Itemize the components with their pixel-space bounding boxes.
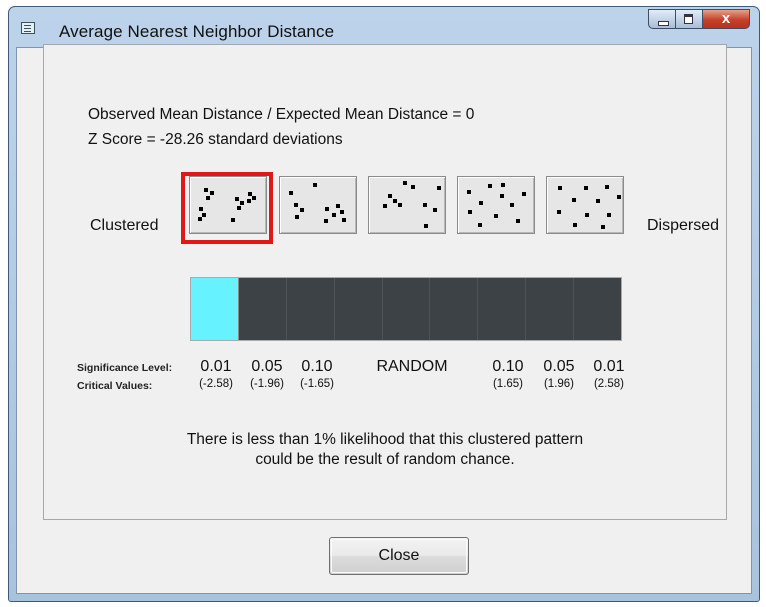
dispersed-dots-icon <box>557 185 621 229</box>
pattern-thumbnail-random <box>368 176 446 234</box>
z-score-text: Z Score = -28.26 standard deviations <box>88 131 343 148</box>
close-icon: x <box>721 10 731 27</box>
critical-value: (-2.58) <box>199 378 233 390</box>
scale-segment <box>574 278 622 340</box>
scale-segment <box>286 278 335 340</box>
window-title: Average Nearest Neighbor Distance <box>59 22 335 41</box>
significance-value: 0.05 <box>543 358 575 375</box>
pattern-thumbnail-slightly-dispersed <box>457 176 535 234</box>
title-bar[interactable]: Average Nearest Neighbor Distance x <box>9 7 759 47</box>
app-window-icon <box>21 22 35 34</box>
significance-value: 0.05 <box>251 358 283 375</box>
result-message-line: could be the result of random chance. <box>255 451 515 468</box>
scale-segment-active <box>191 278 239 340</box>
distance-ratio-text: Observed Mean Distance / Expected Mean D… <box>88 106 475 123</box>
significance-value: 0.01 <box>200 358 232 375</box>
scale-segment <box>478 278 527 340</box>
dispersed-label: Dispersed <box>647 217 720 234</box>
window-close-button[interactable]: x <box>703 9 750 29</box>
caption-buttons: x <box>648 9 750 29</box>
selected-pattern-highlight <box>181 172 273 244</box>
result-message-line: There is less than 1% likelihood that th… <box>186 431 584 448</box>
significance-value: 0.10 <box>492 358 524 375</box>
scale-segment <box>382 278 431 340</box>
clustered-label: Clustered <box>90 217 159 234</box>
result-message: There is less than 1% likelihood that th… <box>160 430 610 470</box>
significance-level-label: Significance Level: <box>77 362 173 374</box>
scale-segment <box>334 278 383 340</box>
significance-value: 0.01 <box>593 358 625 375</box>
slightly-dispersed-dots-icon <box>467 183 526 227</box>
pattern-thumbnail-slightly-clustered <box>279 176 357 234</box>
maximize-button[interactable] <box>676 9 703 29</box>
significance-value: 0.10 <box>301 358 333 375</box>
slightly-clustered-dots-icon <box>289 183 346 223</box>
critical-value: (1.96) <box>543 378 575 390</box>
critical-value: (1.65) <box>492 378 524 390</box>
scale-segment <box>238 278 287 340</box>
significance-scale-bar <box>190 277 622 341</box>
critical-value: (2.58) <box>593 378 625 390</box>
pattern-thumbnail-dispersed <box>546 176 624 234</box>
critical-values-label: Critical Values: <box>77 380 153 392</box>
random-dots-icon <box>383 181 441 228</box>
scale-segment <box>526 278 575 340</box>
minimize-button[interactable] <box>648 9 676 29</box>
close-button[interactable]: Close <box>329 537 469 575</box>
significance-value-random: RANDOM <box>376 358 448 375</box>
critical-value: (-1.65) <box>300 378 334 390</box>
critical-value: (-1.96) <box>250 378 284 390</box>
scale-segment <box>430 278 479 340</box>
